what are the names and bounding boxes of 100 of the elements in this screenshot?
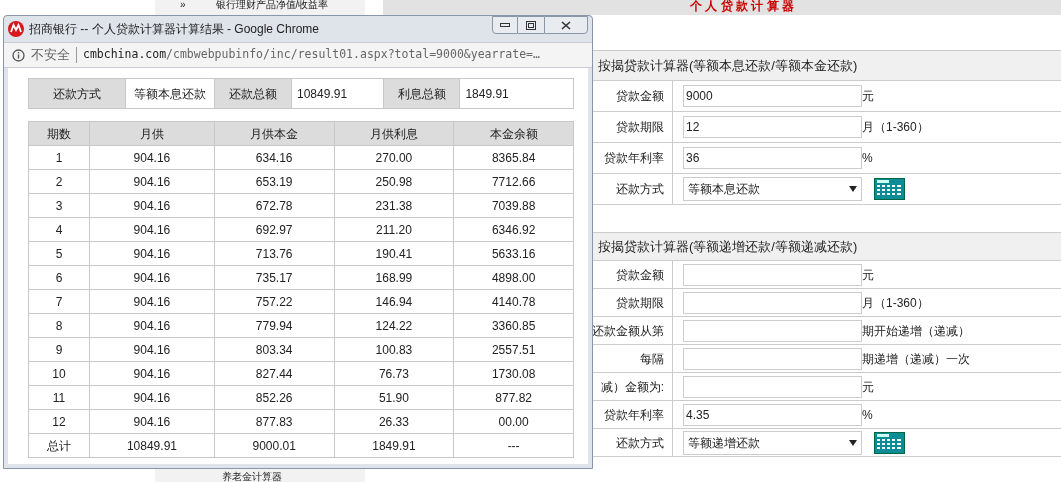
table-cell: 2 bbox=[28, 169, 90, 194]
security-label: 不安全 bbox=[31, 46, 70, 65]
table-cell: 1 bbox=[28, 145, 90, 170]
table-cell: 270.00 bbox=[334, 145, 454, 170]
input-field[interactable]: 4.35 bbox=[683, 403, 862, 426]
table-cell: 904.16 bbox=[89, 337, 215, 362]
table-cell: 8365.84 bbox=[453, 145, 574, 170]
table-cell: 2557.51 bbox=[453, 337, 574, 362]
sidebar-link[interactable]: 银行理财产品净值/收益率 bbox=[215, 0, 329, 10]
field-label: 减）金额为: bbox=[600, 378, 664, 396]
table-cell: 735.17 bbox=[214, 265, 335, 290]
caret-icon bbox=[849, 439, 857, 446]
calculator-icon[interactable] bbox=[874, 178, 905, 200]
column-header: 期数 bbox=[28, 121, 90, 146]
input-field[interactable]: 36 bbox=[683, 147, 862, 169]
input-field[interactable]: 9000 bbox=[683, 85, 862, 107]
table-cell: 146.94 bbox=[334, 289, 454, 314]
table-cell: 1730.08 bbox=[453, 361, 574, 386]
field-label: 贷款期限 bbox=[616, 294, 664, 312]
table-cell: 7039.88 bbox=[453, 193, 574, 218]
table-cell: 10849.91 bbox=[89, 433, 215, 458]
page-heading: 个 人 贷 款 计 算 器 bbox=[690, 0, 794, 15]
table-cell: 904.16 bbox=[89, 169, 215, 194]
table-cell: 904.16 bbox=[89, 289, 215, 314]
table-cell: 653.19 bbox=[214, 169, 335, 194]
bank-logo-icon bbox=[8, 21, 24, 37]
dropdown[interactable]: 等额递增还款 bbox=[683, 430, 862, 455]
table-cell: 904.16 bbox=[89, 217, 215, 242]
table-cell: 250.98 bbox=[334, 169, 454, 194]
table-cell: 6 bbox=[28, 265, 90, 290]
input-field[interactable] bbox=[683, 319, 862, 342]
url-host: cmbchina.com bbox=[83, 47, 167, 62]
info-icon bbox=[12, 48, 25, 62]
table-cell: 779.94 bbox=[214, 313, 335, 338]
table-cell: 168.99 bbox=[334, 265, 454, 290]
input-field[interactable] bbox=[683, 375, 862, 398]
table-cell: 100.83 bbox=[334, 337, 454, 362]
table-cell: 904.16 bbox=[89, 241, 215, 266]
bullet-icon: » bbox=[180, 0, 186, 10]
field-label: 贷款金额 bbox=[616, 88, 664, 105]
table-cell: 211.20 bbox=[334, 217, 454, 242]
unit-label: 元 bbox=[862, 88, 874, 105]
input-field[interactable]: 12 bbox=[683, 116, 862, 138]
table-cell: 803.34 bbox=[214, 337, 335, 362]
close-button[interactable] bbox=[544, 16, 588, 34]
table-cell: 877.82 bbox=[453, 385, 574, 410]
table-cell: 26.33 bbox=[334, 409, 454, 434]
unit-label: 月（1-360） bbox=[862, 119, 929, 136]
table-cell: 904.16 bbox=[89, 193, 215, 218]
table-cell: 827.44 bbox=[214, 361, 335, 386]
table-cell: 231.38 bbox=[334, 193, 454, 218]
unit-label: % bbox=[862, 150, 873, 167]
summary-label: 利息总额 bbox=[383, 79, 461, 108]
table-cell: 713.76 bbox=[214, 241, 335, 266]
field-label: 每隔 bbox=[640, 350, 664, 368]
table-cell: 8 bbox=[28, 313, 90, 338]
field-label: 贷款年利率 bbox=[604, 150, 664, 167]
table-cell: 7 bbox=[28, 289, 90, 314]
maximize-icon bbox=[526, 20, 536, 30]
calculator-icon[interactable] bbox=[874, 431, 905, 454]
input-field[interactable] bbox=[683, 263, 862, 286]
table-cell: 904.16 bbox=[89, 265, 215, 290]
table-cell: 634.16 bbox=[214, 145, 335, 170]
table-cell: --- bbox=[453, 433, 574, 458]
table-cell: 5 bbox=[28, 241, 90, 266]
input-field[interactable] bbox=[683, 291, 862, 314]
dropdown[interactable]: 等额本息还款 bbox=[683, 177, 862, 201]
unit-label: 月（1-360） bbox=[862, 294, 929, 312]
sidebar-link[interactable]: 养老金计算器 bbox=[222, 472, 282, 482]
field-label: 贷款期限 bbox=[616, 119, 664, 136]
table-cell: 4 bbox=[28, 217, 90, 242]
table-cell: 904.16 bbox=[89, 145, 215, 170]
maximize-button[interactable] bbox=[518, 16, 544, 34]
field-label: 贷款年利率 bbox=[604, 406, 664, 424]
table-cell: 4140.78 bbox=[453, 289, 574, 314]
table-cell: 904.16 bbox=[89, 313, 215, 338]
url-path: /cmbwebpubinfo/inc/result01.aspx?total=9000&yearrate=… bbox=[166, 47, 540, 62]
unit-label: 元 bbox=[862, 266, 874, 284]
window-title: 招商银行 -- 个人贷款计算器计算结果 - Google Chrome bbox=[29, 21, 320, 38]
table-cell: 3 bbox=[28, 193, 90, 218]
field-label: 还款方式 bbox=[616, 434, 664, 452]
table-cell: 5633.16 bbox=[453, 241, 574, 266]
minimize-button[interactable] bbox=[492, 16, 518, 34]
summary-label: 还款方式 bbox=[29, 79, 126, 108]
table-cell: 4898.00 bbox=[453, 265, 574, 290]
unit-label: % bbox=[862, 406, 873, 424]
input-field[interactable] bbox=[683, 347, 862, 370]
table-cell: 7712.66 bbox=[453, 169, 574, 194]
unit-label: 期递增（递减）一次 bbox=[862, 350, 970, 368]
summary-label: 还款总额 bbox=[215, 79, 292, 108]
table-cell: 76.73 bbox=[334, 361, 454, 386]
table-cell: 904.16 bbox=[89, 409, 215, 434]
table-cell: 12 bbox=[28, 409, 90, 434]
table-cell: 672.78 bbox=[214, 193, 335, 218]
table-cell: 10 bbox=[28, 361, 90, 386]
column-header: 月供 bbox=[89, 121, 215, 146]
table-cell: 757.22 bbox=[214, 289, 335, 314]
summary-value: 1849.91 bbox=[464, 85, 510, 103]
table-cell: 904.16 bbox=[89, 361, 215, 386]
address-bar[interactable]: 不安全 cmbchina.com/cmbwebpubinfo/inc/result01.aspx?total=9000&yearrate=… bbox=[4, 42, 592, 68]
